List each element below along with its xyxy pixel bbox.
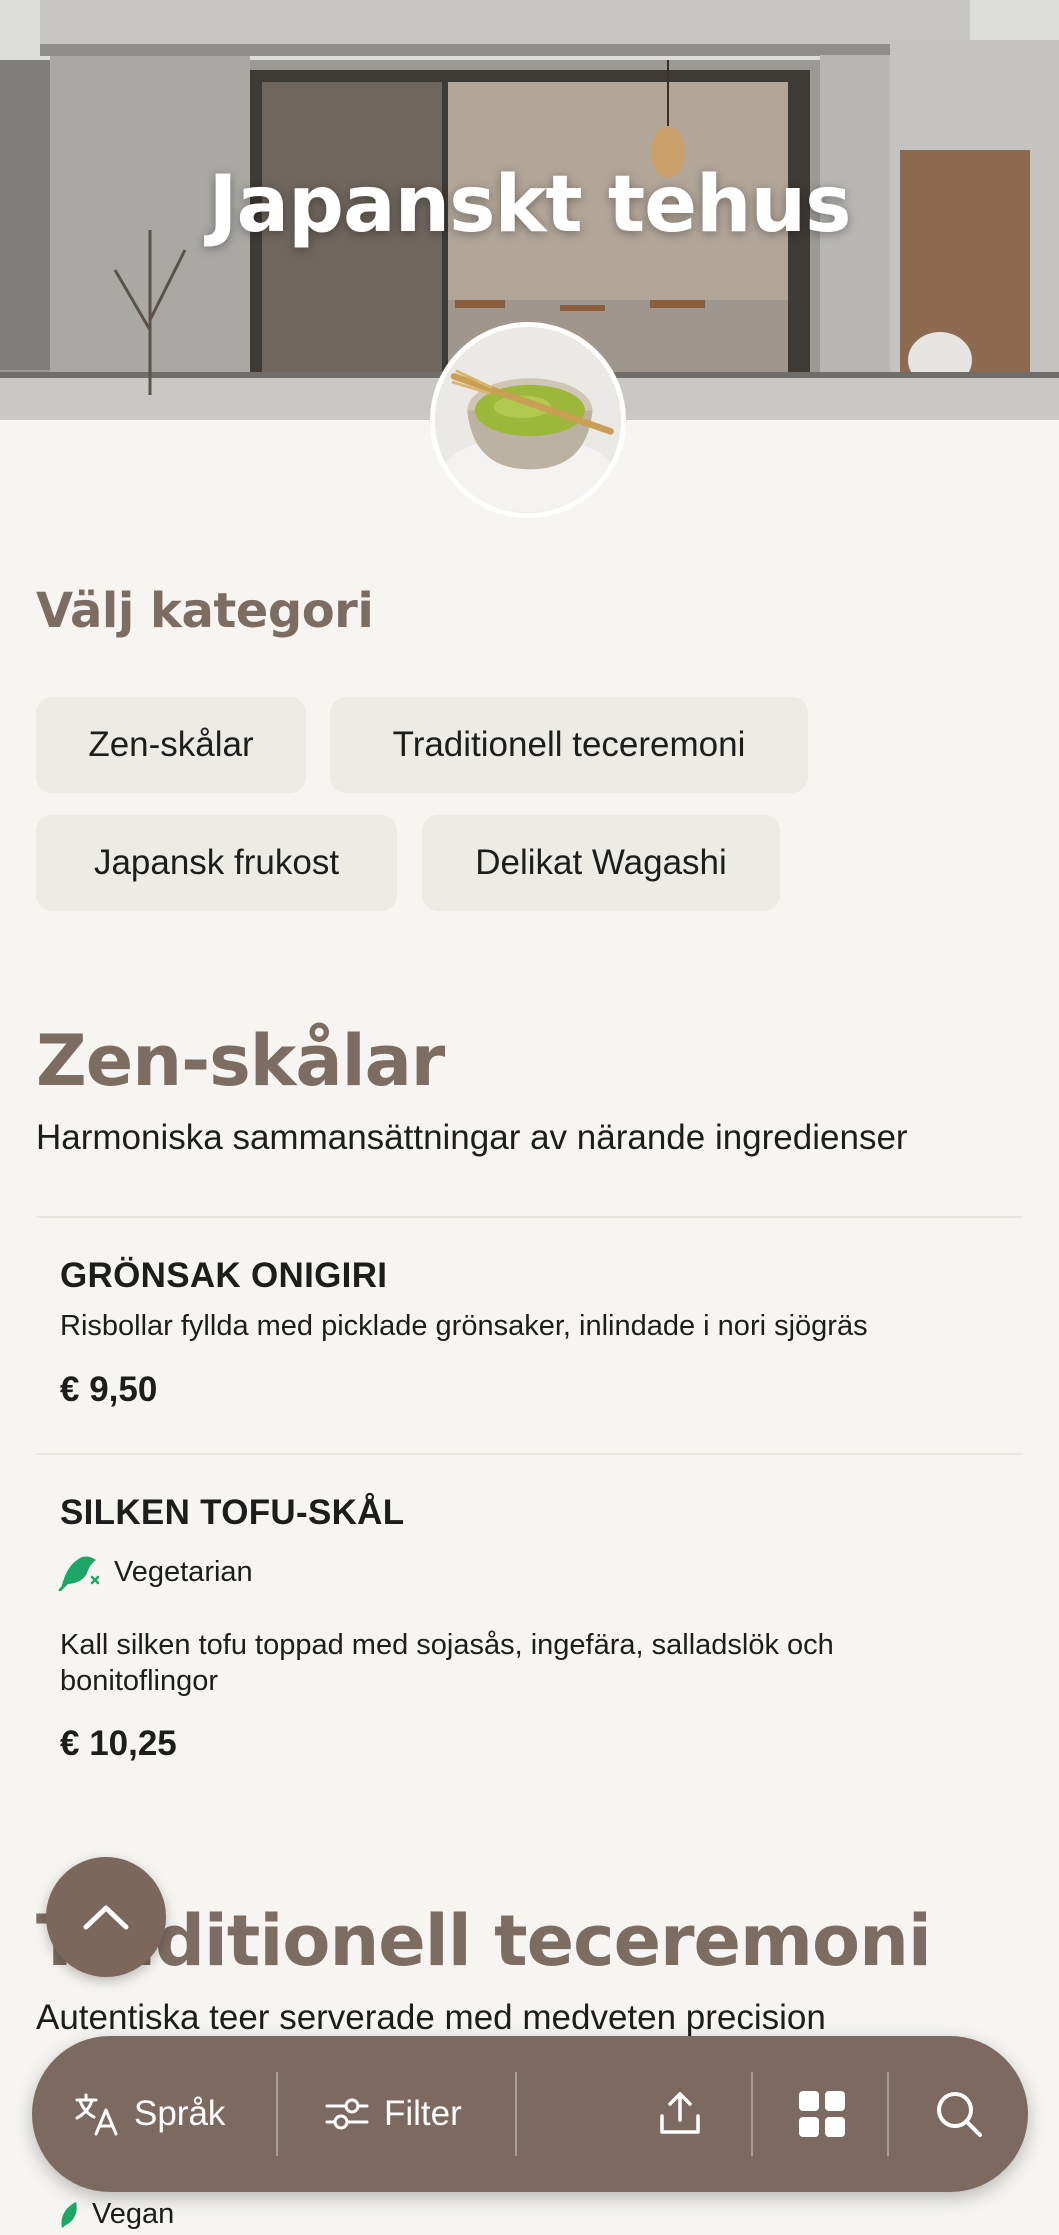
divider (36, 1216, 1023, 1218)
filter-label: Filter (384, 2094, 462, 2133)
nav-separator (515, 2072, 517, 2156)
share-button[interactable] (656, 2036, 704, 2192)
language-button[interactable]: Språk (74, 2036, 225, 2192)
item-description: Risbollar fyllda med picklade grönsaker,… (60, 1310, 868, 1342)
section-subtitle: Harmoniska sammansättningar av närande i… (36, 1118, 908, 1157)
search-icon (937, 2092, 982, 2137)
tag-label: Vegan (92, 2198, 175, 2230)
category-chip-japansk-frukost[interactable]: Japansk frukost (36, 815, 397, 911)
search-button[interactable] (934, 2036, 984, 2192)
item-description: Kall silken tofu toppad med sojasås, ing… (60, 1629, 834, 1697)
dietary-tag: Vegan (58, 2198, 174, 2231)
page-title: Japanskt tehus (208, 160, 851, 250)
leaf-icon (61, 2201, 77, 2228)
category-chip-delikat-wagashi[interactable]: Delikat Wagashi (422, 815, 780, 911)
tag-label: Vegetarian (114, 1555, 253, 1588)
share-icon (660, 2092, 700, 2134)
grid-view-button[interactable] (797, 2036, 847, 2192)
chevron-up-icon (83, 1905, 129, 1930)
nav-separator (751, 2072, 753, 2156)
category-chip-traditionell-teceremoni[interactable]: Traditionell teceremoni (330, 697, 808, 793)
nav-separator (887, 2072, 889, 2156)
filter-button[interactable]: Filter (324, 2036, 462, 2192)
sliders-icon (325, 2098, 369, 2130)
leaf-icon (58, 1556, 100, 1591)
section-subtitle: Autentiska teer serverade med medveten p… (36, 1998, 826, 2037)
bottom-navigation-bar: Språk Filter (32, 2036, 1028, 2192)
language-label: Språk (134, 2094, 226, 2133)
nav-separator (276, 2072, 278, 2156)
restaurant-logo (430, 322, 626, 518)
item-price: € 10,25 (60, 1724, 177, 1763)
item-name: GRÖNSAK ONIGIRI (60, 1256, 388, 1295)
grid-icon (799, 2091, 845, 2137)
item-price: € 9,50 (60, 1370, 158, 1409)
matcha-bowl-image (435, 327, 621, 513)
item-name: SILKEN TOFU-SKÅL (60, 1493, 405, 1532)
section-title-traditionell-teceremoni: Traditionell teceremoni (36, 1900, 932, 1982)
category-chip-zen-skalar[interactable]: Zen-skålar (36, 697, 306, 793)
divider (36, 1453, 1023, 1455)
section-title-zen-skalar: Zen-skålar (36, 1020, 445, 1102)
scroll-to-top-button[interactable] (46, 1857, 166, 1977)
category-heading: Välj kategori (36, 583, 374, 639)
translate-icon (75, 2093, 118, 2136)
dietary-tag: Vegetarian (58, 1553, 253, 1591)
